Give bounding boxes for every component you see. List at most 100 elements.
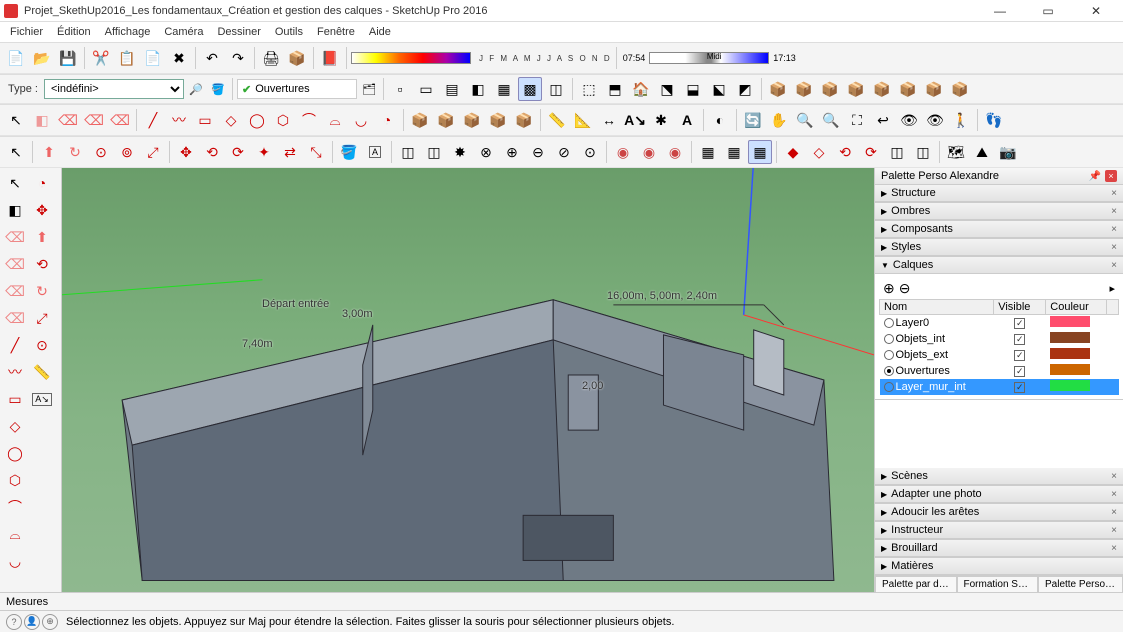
subtract-icon[interactable]: ⊖ — [526, 140, 550, 164]
select-tool-icon[interactable]: ↖ — [4, 108, 28, 132]
pushpull-icon[interactable]: ⬆ — [37, 140, 61, 164]
lt-rotate-icon[interactable]: ⟲ — [29, 251, 55, 277]
lt-eraser2-icon[interactable]: ⌫ — [2, 251, 28, 277]
acc-adapter[interactable]: ▶Adapter une photo× — [875, 486, 1123, 503]
lt-circ-icon[interactable]: ◯ — [2, 440, 28, 466]
top-view-icon[interactable]: ⬒ — [603, 77, 627, 101]
orbit-icon[interactable]: 🔄 — [741, 108, 765, 132]
dimension-icon[interactable]: ↔ — [597, 108, 621, 132]
layer-radio[interactable] — [884, 366, 894, 376]
layer-row[interactable]: Layer0✓ — [880, 315, 1119, 332]
model-icon[interactable]: 📦 — [285, 46, 309, 70]
lt-box-icon[interactable]: ◧ — [2, 197, 28, 223]
layer-visible-checkbox[interactable]: ✓ — [1014, 382, 1025, 393]
arc2-icon[interactable]: ⌓ — [323, 108, 347, 132]
status-user-icon[interactable]: 👤 — [24, 614, 40, 630]
eraser-icon[interactable]: ⌫ — [56, 108, 80, 132]
tab-default[interactable]: Palette par déf… — [875, 576, 957, 592]
arc-icon[interactable]: ⌒ — [297, 108, 321, 132]
remove-layer-icon[interactable]: ⊖ — [899, 280, 911, 297]
col-nom[interactable]: Nom — [880, 300, 994, 315]
redo-icon[interactable]: ↷ — [226, 46, 250, 70]
shaded-tex-icon[interactable]: ▦ — [492, 77, 516, 101]
acc-styles[interactable]: ▶Styles× — [875, 239, 1123, 256]
rotrect-icon[interactable]: ◇ — [219, 108, 243, 132]
union-icon[interactable]: ⊕ — [500, 140, 524, 164]
funnel-icon[interactable]: 🔎 — [186, 79, 206, 99]
solid3-icon[interactable]: ⟲ — [833, 140, 857, 164]
type-select[interactable]: <indéfini> — [44, 79, 184, 99]
solid4-icon[interactable]: ⟳ — [859, 140, 883, 164]
close-panel-icon[interactable]: × — [1105, 170, 1117, 182]
prev-view-icon[interactable]: ↩ — [871, 108, 895, 132]
look-around-icon[interactable]: 👁 — [923, 108, 947, 132]
left-view-icon[interactable]: ⬕ — [707, 77, 731, 101]
protractor-icon[interactable]: 📐 — [571, 108, 595, 132]
offset2-icon[interactable]: ⊚ — [115, 140, 139, 164]
sandbox3-icon[interactable]: ▦ — [748, 140, 772, 164]
face-icon[interactable]: ◧ — [30, 108, 54, 132]
outer3-icon[interactable]: ◉ — [663, 140, 687, 164]
lt-eraser1-icon[interactable]: ⌫ — [2, 224, 28, 250]
lt-eraser4-icon[interactable]: ⌫ — [2, 305, 28, 331]
compo-icon[interactable]: 📦 — [408, 108, 432, 132]
eraser2-icon[interactable]: ⌫ — [82, 108, 106, 132]
circle-icon[interactable]: ◯ — [245, 108, 269, 132]
zoom-ext-icon[interactable]: ⛶ — [845, 108, 869, 132]
lt-arc2-icon[interactable]: ⌓ — [2, 521, 28, 547]
acc-brouillard[interactable]: ▶Brouillard× — [875, 540, 1123, 557]
trim-icon[interactable]: ⊘ — [552, 140, 576, 164]
iso-view-icon[interactable]: ◩ — [733, 77, 757, 101]
flip-icon[interactable]: ⇄ — [278, 140, 302, 164]
outer2-icon[interactable]: ◉ — [637, 140, 661, 164]
lt-eraser3-icon[interactable]: ⌫ — [2, 278, 28, 304]
undo-icon[interactable]: ↶ — [200, 46, 224, 70]
layer-color-swatch[interactable] — [1050, 364, 1090, 375]
menu-camera[interactable]: Caméra — [158, 24, 209, 40]
acc-calques[interactable]: ▼Calques× — [875, 257, 1123, 274]
tab-perso[interactable]: Palette Perso A… — [1038, 576, 1123, 592]
menu-dessiner[interactable]: Dessiner — [211, 24, 266, 40]
sandbox2-icon[interactable]: ▦ — [722, 140, 746, 164]
pin-icon[interactable]: 📌 — [1089, 171, 1101, 182]
lt-offset-icon[interactable]: ⊙ — [29, 332, 55, 358]
eraser3-icon[interactable]: ⌫ — [108, 108, 132, 132]
lt-poly-icon[interactable]: ⬡ — [2, 467, 28, 493]
layer-quick-select[interactable]: ✔Ouvertures — [237, 79, 357, 99]
hidden-line-icon[interactable]: ▤ — [440, 77, 464, 101]
menu-edition[interactable]: Édition — [51, 24, 97, 40]
acc-scenes[interactable]: ▶Scènes× — [875, 468, 1123, 485]
lt-arc1-icon[interactable]: ⌒ — [2, 494, 28, 520]
group-icon[interactable]: ◫ — [396, 140, 420, 164]
select2-icon[interactable]: ↖ — [4, 140, 28, 164]
freehand-icon[interactable]: 〰 — [167, 108, 191, 132]
sandbox1-icon[interactable]: ▦ — [696, 140, 720, 164]
pie-icon[interactable]: ◔ — [375, 108, 399, 132]
col-couleur[interactable]: Couleur — [1046, 300, 1107, 315]
acc-structure[interactable]: ▶Structure× — [875, 185, 1123, 202]
zoom-icon[interactable]: 🔍 — [793, 108, 817, 132]
offset-icon[interactable]: ⊙ — [89, 140, 113, 164]
poly-icon[interactable]: ⬡ — [271, 108, 295, 132]
back-edges-icon[interactable]: ⬚ — [577, 77, 601, 101]
layer-color-swatch[interactable] — [1050, 332, 1090, 343]
comp4-icon[interactable]: 📦 — [844, 77, 868, 101]
lt-tape-icon[interactable]: 📏 — [29, 359, 55, 385]
menu-outils[interactable]: Outils — [269, 24, 309, 40]
rotate-icon[interactable]: ⟲ — [200, 140, 224, 164]
solid5-icon[interactable]: ◫ — [885, 140, 909, 164]
section-icon[interactable]: ◐ — [708, 108, 732, 132]
3dtext-icon[interactable]: A — [675, 108, 699, 132]
delete-icon[interactable]: ✖ — [167, 46, 191, 70]
solid1-icon[interactable]: ◆ — [781, 140, 805, 164]
solid6-icon[interactable]: ◫ — [911, 140, 935, 164]
comp3-icon[interactable]: 📦 — [818, 77, 842, 101]
layer-row[interactable]: Layer_mur_int✓ — [880, 379, 1119, 395]
walk2-icon[interactable]: 👣 — [982, 108, 1006, 132]
compo-opt-icon[interactable]: 📦 — [460, 108, 484, 132]
comp5-icon[interactable]: 📦 — [870, 77, 894, 101]
location-icon[interactable]: 🗺 — [944, 140, 968, 164]
split-icon[interactable]: ⊙ — [578, 140, 602, 164]
print-icon[interactable]: 🖨 — [259, 46, 283, 70]
layer-radio[interactable] — [884, 350, 894, 360]
